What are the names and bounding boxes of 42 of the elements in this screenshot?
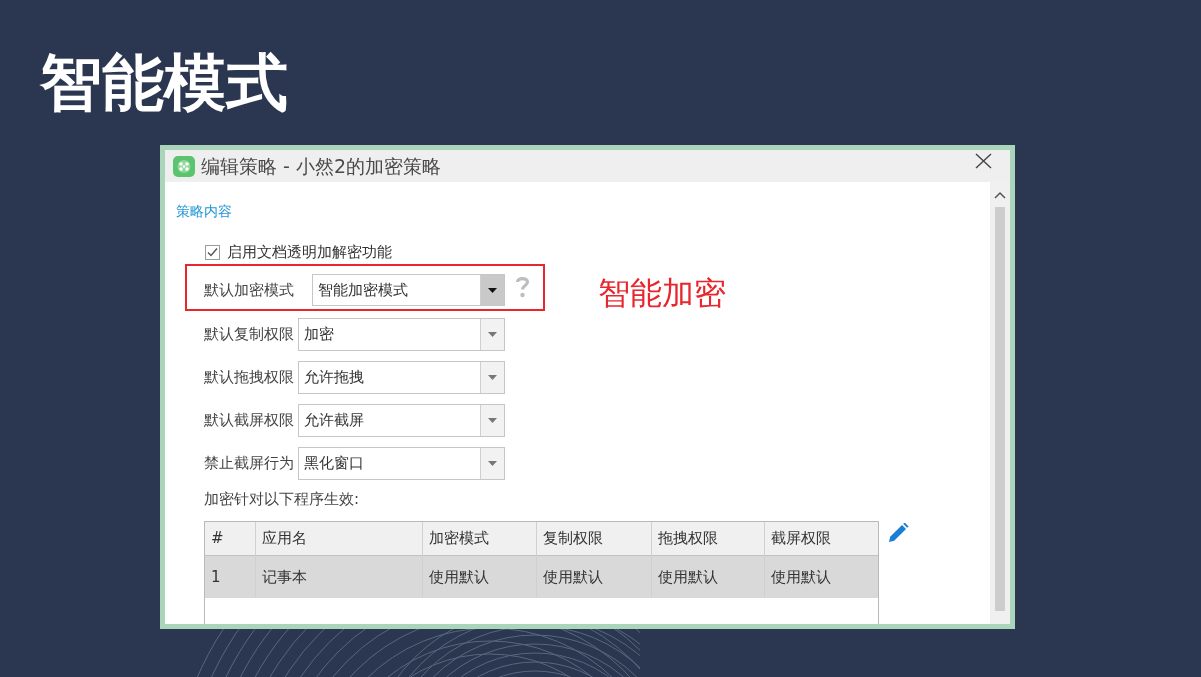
table-cell: 1 [205, 555, 255, 599]
caret-icon [488, 461, 497, 467]
dropdown-select[interactable]: 加密 [298, 318, 505, 352]
section-heading: 策略内容 [176, 202, 232, 221]
column-header[interactable]: 加密模式 [422, 522, 536, 556]
close-button[interactable] [975, 153, 992, 169]
table-cell: 记事本 [255, 555, 422, 599]
checkbox-label: 启用文档透明加解密功能 [227, 241, 392, 263]
dropdown-arrow-button[interactable] [480, 275, 504, 306]
dropdown-select[interactable]: 黑化窗口 [298, 447, 505, 481]
field-label: 默认拖拽权限 [204, 367, 295, 389]
scrollbar-thumb[interactable] [995, 207, 1005, 611]
field-label: 默认截屏权限 [204, 410, 295, 432]
field-label: 默认复制权限 [204, 324, 295, 346]
caret-icon [488, 332, 497, 338]
chevron-up-icon[interactable] [994, 191, 1006, 199]
caret-icon [488, 375, 497, 381]
dropdown-select[interactable]: 智能加密模式 [312, 274, 505, 307]
help-icon[interactable] [515, 276, 530, 299]
dialog-title: 编辑策略 - 小然2的加密策略 [201, 153, 442, 179]
field-label: 默认加密模式 [204, 279, 295, 301]
column-header[interactable]: 应用名 [255, 522, 422, 556]
table-cell: 使用默认 [422, 555, 536, 599]
table-cell: 使用默认 [536, 555, 651, 599]
column-header[interactable]: 截屏权限 [764, 522, 878, 556]
column-header[interactable]: 复制权限 [536, 522, 651, 556]
field-label: 禁止截屏行为 [204, 453, 295, 475]
column-header[interactable]: 拖拽权限 [651, 522, 764, 556]
close-icon [975, 153, 992, 169]
app-icon [173, 155, 195, 177]
checkbox[interactable] [205, 244, 220, 260]
annotation-text: 智能加密 [598, 276, 726, 312]
caret-icon [488, 287, 497, 293]
pencil-icon[interactable] [889, 523, 909, 543]
column-header[interactable]: # [205, 522, 255, 556]
table-cell: 使用默认 [764, 555, 878, 599]
caret-icon [488, 418, 497, 424]
table-cell: 使用默认 [651, 555, 764, 599]
table-caption: 加密针对以下程序生效: [204, 489, 360, 510]
slide-title: 智能模式 [40, 52, 288, 114]
dropdown-select[interactable]: 允许截屏 [298, 404, 505, 438]
dropdown-select[interactable]: 允许拖拽 [298, 361, 505, 395]
